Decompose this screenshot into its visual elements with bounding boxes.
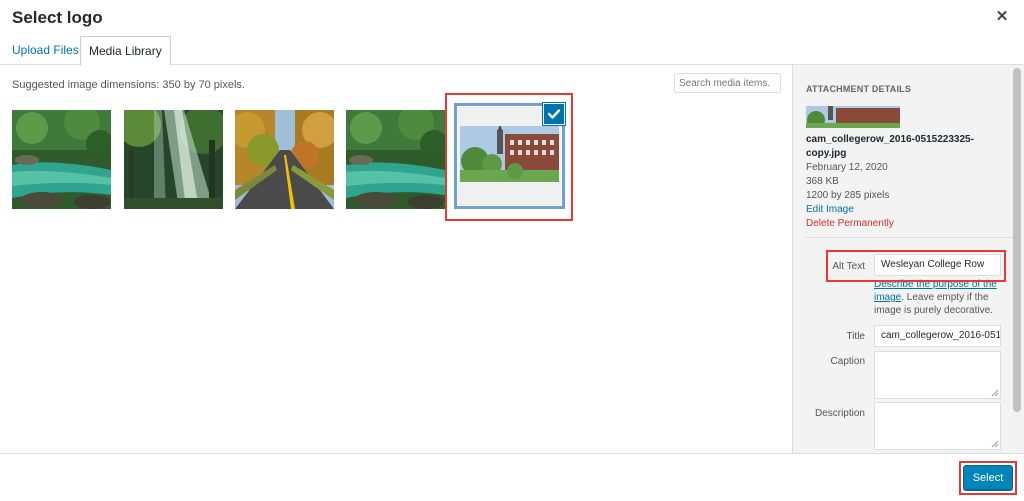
autumn-road-image — [235, 110, 334, 209]
description-textarea[interactable] — [874, 402, 1001, 450]
attachment-filesize: 368 KB — [806, 176, 839, 187]
sidebar-divider — [806, 237, 1016, 238]
attachment-preview — [806, 106, 900, 128]
media-thumbnail[interactable] — [124, 110, 223, 209]
title-input[interactable]: cam_collegerow_2016-051 — [874, 325, 1001, 347]
media-thumbnail[interactable] — [235, 110, 334, 209]
caption-label: Caption — [830, 356, 865, 367]
media-thumbnail[interactable] — [346, 110, 445, 209]
modal-title: Select logo — [12, 8, 103, 27]
selected-media-thumbnail[interactable] — [454, 103, 565, 209]
attachment-dimensions: 1200 by 285 pixels — [806, 190, 890, 201]
river-image — [346, 110, 445, 209]
media-library-content: Suggested image dimensions: 350 by 70 pi… — [0, 65, 792, 453]
caption-textarea[interactable] — [874, 351, 1001, 399]
sidebar-scrollbar[interactable] — [1013, 68, 1021, 412]
tab-media-library[interactable]: Media Library — [80, 36, 171, 66]
resize-handle-icon[interactable] — [991, 389, 999, 397]
description-label: Description — [814, 408, 865, 419]
river-image — [12, 110, 111, 209]
checkmark-icon[interactable] — [543, 103, 565, 125]
title-label: Title — [846, 331, 865, 342]
search-input[interactable] — [674, 73, 781, 93]
tab-upload-files[interactable]: Upload Files — [4, 36, 87, 65]
modal-header: Select logo ✕ — [0, 0, 1024, 38]
resize-handle-icon[interactable] — [991, 440, 999, 448]
edit-image-link[interactable]: Edit Image — [806, 204, 854, 215]
modal-footer — [0, 453, 1024, 501]
college-row-image — [460, 126, 559, 182]
checkmark-glyph — [547, 109, 561, 119]
attachment-filename: cam_collegerow_2016-0515223325-copy.jpg — [806, 134, 974, 159]
delete-permanently-link[interactable]: Delete Permanently — [806, 218, 894, 229]
attachment-date: February 12, 2020 — [806, 162, 888, 173]
media-modal: Select logo ✕ Upload Files Media Library… — [0, 0, 1024, 501]
alt-text-highlight — [826, 250, 1006, 282]
forest-rays-image — [124, 110, 223, 209]
selected-highlight — [445, 93, 573, 221]
select-button[interactable]: Select — [963, 465, 1013, 491]
attachment-details-heading: ATTACHMENT DETAILS — [806, 84, 912, 94]
close-icon[interactable]: ✕ — [994, 9, 1010, 25]
suggested-dimensions: Suggested image dimensions: 350 by 70 pi… — [12, 79, 245, 91]
college-row-preview-image — [806, 106, 900, 128]
tab-bar: Upload Files Media Library — [0, 36, 1024, 66]
media-thumbnail[interactable] — [12, 110, 111, 209]
alt-text-help: Describe the purpose of the image. Leave… — [874, 278, 1006, 317]
